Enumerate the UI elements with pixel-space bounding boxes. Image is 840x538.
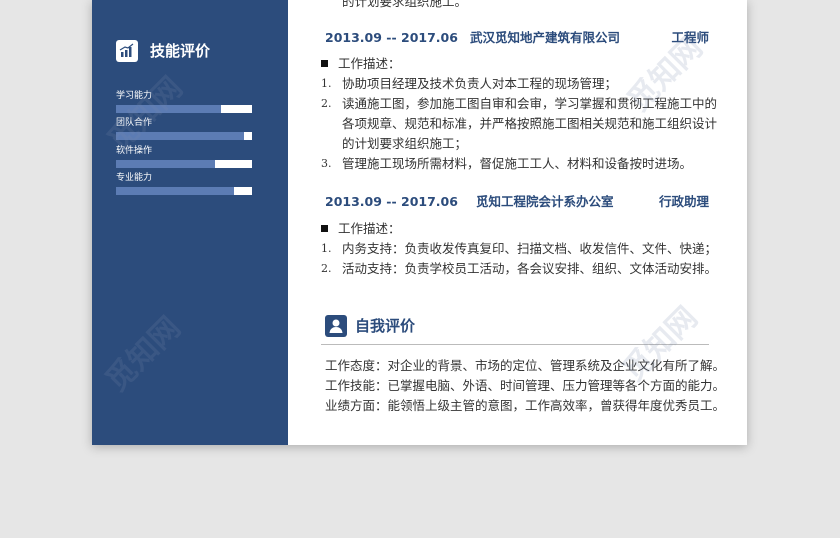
skill-item: 软件操作 (116, 145, 252, 168)
skill-bar (116, 160, 252, 168)
eval-line: 业绩方面：能领悟上级主管的意图，工作高效率，曾获得年度优秀员工。 (325, 398, 726, 413)
skill-fill (116, 187, 235, 195)
desc-label: 工作描述： (321, 220, 401, 238)
item-number: 1. (321, 77, 332, 90)
item-number: 1. (321, 242, 332, 255)
item-text: 管理施工现场所需材料，督促施工工人、材料和设备按时进场。 (342, 156, 693, 171)
desc-label-text: 工作描述： (338, 56, 401, 71)
list-item: 2. 活动支持：负责学校员工活动，各会议安排、组织、文体活动安排。 (321, 259, 721, 279)
skill-label: 专业能力 (116, 173, 153, 183)
resume-page: 技能评价 学习能力 团队合作 软件操作 专业能力 觅知网 觅知网 的计划要求组织… (92, 0, 747, 445)
skill-bar (116, 187, 252, 195)
job-company: 武汉觅知地产建筑有限公司 (470, 30, 621, 45)
job-header: 2013.09 -- 2017.06 武汉觅知地产建筑有限公司 工程师 (325, 29, 709, 47)
job-role: 行政助理 (658, 194, 709, 209)
watermark: 觅知网 (99, 310, 188, 399)
item-number: 2. (321, 262, 332, 275)
item-text: 读通施工图，参加施工图自审和会审，学习掌握和贯彻工程施工中的各项规章、规范和标准… (342, 96, 718, 151)
square-bullet-icon (321, 60, 328, 67)
skill-label: 软件操作 (116, 146, 153, 156)
user-icon (325, 315, 347, 337)
desc-label-text: 工作描述： (338, 221, 401, 236)
job-company: 觅知工程院会计系办公室 (476, 194, 614, 209)
eval-line: 工作技能：已掌握电脑、外语、时间管理、压力管理等各个方面的能力。 (325, 378, 726, 393)
skill-item: 专业能力 (116, 172, 252, 195)
skill-fill (116, 105, 221, 113)
skill-label: 学习能力 (116, 91, 153, 101)
square-bullet-icon (321, 225, 328, 232)
list-item: 1. 内务支持：负责收发传真复印、扫描文档、收发信件、文件、快递； (321, 239, 721, 259)
item-number: 2. (321, 97, 332, 110)
job-date: 2013.09 -- 2017.06 (325, 194, 458, 209)
sidebar: 技能评价 学习能力 团队合作 软件操作 专业能力 觅知网 觅知网 (92, 0, 288, 445)
skill-label: 团队合作 (116, 118, 153, 128)
list-item: 1. 协助项目经理及技术负责人对本工程的现场管理； (321, 74, 721, 94)
job-date: 2013.09 -- 2017.06 (325, 30, 458, 45)
desc-label: 工作描述： (321, 55, 401, 73)
skill-item: 团队合作 (116, 117, 252, 140)
list-item: 2. 读通施工图，参加施工图自审和会审，学习掌握和贯彻工程施工中的各项规章、规范… (321, 94, 721, 154)
main-content: 的计划要求组织施工。 2013.09 -- 2017.06 武汉觅知地产建筑有限… (288, 0, 747, 445)
job-header: 2013.09 -- 2017.06 觅知工程院会计系办公室 行政助理 (325, 193, 709, 211)
self-eval-title: 自我评价 (355, 317, 416, 335)
list-item: 3. 管理施工现场所需材料，督促施工工人、材料和设备按时进场。 (321, 154, 721, 174)
skill-bar (116, 132, 252, 140)
cut-off-text: 的计划要求组织施工。 (342, 0, 468, 9)
chart-icon (116, 40, 138, 62)
job-role: 工程师 (671, 30, 709, 45)
skills-title: 技能评价 (150, 42, 211, 60)
skill-bar (116, 105, 252, 113)
eval-line: 工作态度：对企业的背景、市场的定位、管理系统及企业文化有所了解。 (325, 358, 726, 373)
skill-fill (116, 160, 216, 168)
item-text: 活动支持：负责学校员工活动，各会议安排、组织、文体活动安排。 (342, 261, 718, 276)
item-number: 3. (321, 157, 332, 170)
skill-fill (116, 132, 244, 140)
item-text: 协助项目经理及技术负责人对本工程的现场管理； (342, 76, 618, 91)
item-text: 内务支持：负责收发传真复印、扫描文档、收发信件、文件、快递； (342, 241, 718, 256)
section-divider (321, 344, 709, 345)
skill-item: 学习能力 (116, 90, 252, 113)
